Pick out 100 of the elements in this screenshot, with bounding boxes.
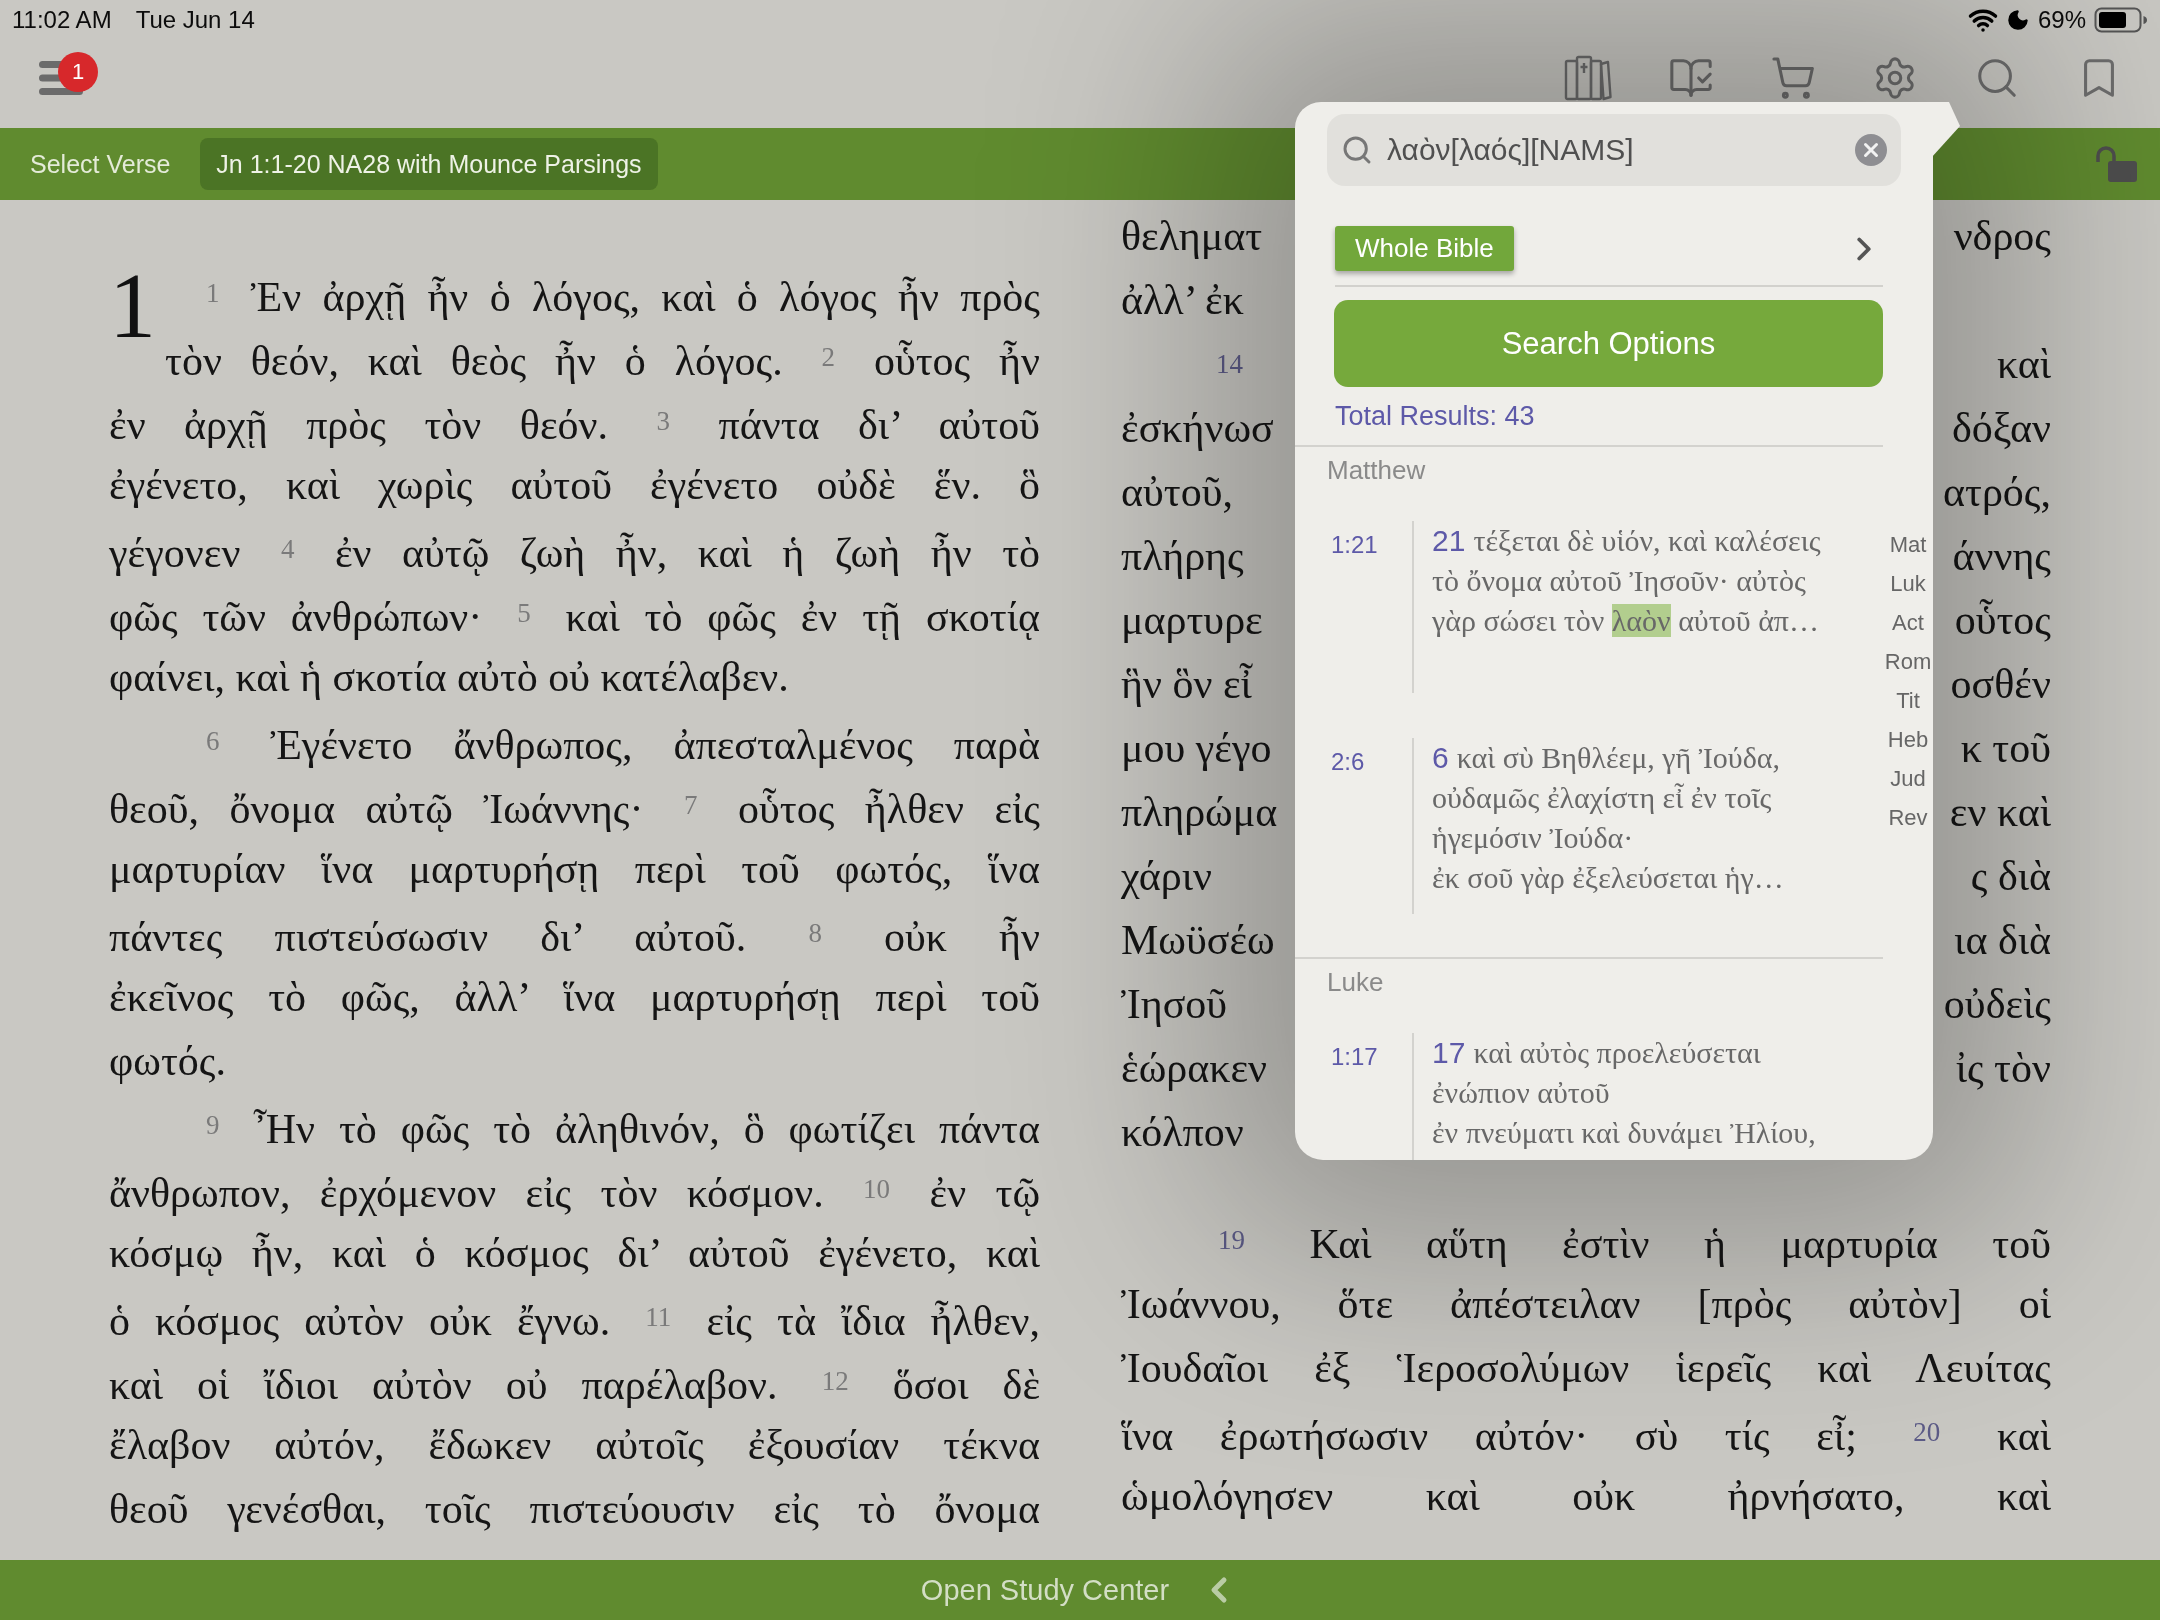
verse-number: 7 (682, 790, 699, 820)
open-study-center-button[interactable]: Open Study Center (920, 1570, 1240, 1610)
verse-number: 5 (516, 598, 532, 628)
verse-text: αὐτοῦ, (1121, 469, 1233, 515)
verse-number: 12 (820, 1366, 850, 1396)
result-text: καὶ σὺ Βηθλέεμ, γῆ Ἰούδα, (1456, 740, 1780, 776)
verse-text: θεοῦ, ὄνομα αὐτῷ Ἰωάννης· (109, 786, 644, 832)
verse-text: ια διὰ (1954, 916, 2051, 965)
verse-text: καὶ (1996, 1413, 2051, 1459)
verse-text: πληρώμα (1121, 789, 1278, 835)
verse-number: 1 (205, 278, 221, 308)
verse-number: 2 (820, 342, 837, 372)
verse-text: θεληματ (1121, 213, 1263, 259)
verse-text: καὶ (1996, 340, 2051, 389)
book-index-item[interactable]: Tit (1896, 681, 1920, 720)
verse-number: 17 (1432, 1035, 1466, 1071)
verse-number: 10 (862, 1174, 892, 1204)
books-icon[interactable] (1564, 55, 1612, 101)
verse-number: 3 (655, 406, 672, 436)
book-header: Matthew (1327, 454, 1426, 486)
clear-icon[interactable] (1855, 134, 1887, 166)
search-icon (1341, 134, 1373, 166)
verse-number: 6 (205, 726, 221, 756)
verse-text: μαρτυρε (1121, 597, 1263, 643)
verse-text: πλήρης (1121, 533, 1244, 579)
book-index-item[interactable]: Jud (1890, 759, 1926, 798)
cart-icon[interactable] (1770, 55, 1816, 101)
result-text: οὐδαμῶς ἐλαχίστη εἶ ἐν τοῖς (1432, 780, 1772, 816)
verse-text: Ἰουδαῖοι ἐξ Ἱεροσολύμων ἱερεῖς καὶ Λευίτας (1121, 1345, 2051, 1391)
chapter-number: 1 (109, 261, 157, 349)
search-field[interactable]: λαὸν[λαός][NAMS] (1327, 114, 1901, 186)
verse-text: ς διὰ (1970, 852, 2051, 901)
result-text: καὶ αὐτὸς προελεύσεται (1473, 1035, 1761, 1071)
verse-text: οὗτος (1954, 596, 2051, 645)
battery-percent: 69% (2037, 6, 2086, 34)
result-text: ἐκ σοῦ γὰρ ἐξελεύσεται ἡγ… (1432, 860, 1784, 896)
book-index-item[interactable]: Luk (1890, 564, 1926, 603)
verse-text: ἔλαβον αὐτόν, ἔδωκεν αὐτοῖς ἐξουσίαν τέκνα (109, 1422, 1040, 1468)
status-time: 11:02 AM (12, 6, 112, 34)
result-text: ἐνώπιον αὐτοῦ (1432, 1075, 1610, 1111)
verse-text: κόλπον (1121, 1109, 1244, 1155)
verse-text: ἐκεῖνος τὸ φῶς, ἀλλ’ ἵνα μαρτυρήσῃ περὶ τοῦ (109, 974, 1040, 1020)
verse-text: φαίνει, καὶ ἡ σκοτία αὐτὸ οὐ κατέλαβεν. (109, 654, 789, 700)
verse-number: 20 (1912, 1417, 1942, 1447)
verse-text: οσθέν (1950, 660, 2051, 709)
verse-text: ὡμολόγησεν καὶ οὐκ ἠρνήσατο, καὶ (1121, 1473, 2051, 1519)
verse-text: Ἐν ἀρχῇ ἦν ὁ λόγος, καὶ ὁ λόγος ἦν πρὸς (250, 274, 1040, 320)
verse-number: 11 (644, 1302, 673, 1332)
verse-number: 21 (1432, 523, 1466, 559)
verse-number: 4 (279, 534, 296, 564)
verse-text: χάριν (1121, 853, 1212, 899)
verse-text: τὸν θεόν, καὶ θεὸς ἦν ὁ λόγος. (165, 338, 783, 384)
verse-text: μαρτυρίαν ἵνα μαρτυρήσῃ περὶ τοῦ φωτός, ἵνα (109, 846, 1040, 892)
notification-badge: 1 (58, 52, 98, 92)
verse-text: φωτός. (109, 1038, 226, 1084)
verse-text: καὶ οἱ ἴδιοι αὐτὸν οὐ παρέλαβον. (109, 1362, 778, 1408)
verse-text: ὅσοι δὲ (892, 1362, 1040, 1408)
verse-text: Ἰησοῦ (1121, 981, 1228, 1027)
verse-text: Ἰωάννου, ὅτε ἀπέστειλαν [πρὸς αὐτὸν] οἱ (1121, 1281, 2051, 1327)
result-text: τὸ ὄνομα αὐτοῦ Ἰησοῦν· αὐτὸς (1432, 563, 1806, 599)
scope-button[interactable]: Whole Bible (1335, 226, 1514, 271)
verse-text: πάντα δι’ αὐτοῦ (718, 402, 1040, 448)
book-index-item[interactable]: Rev (1888, 798, 1928, 837)
padlock-icon[interactable] (2094, 145, 2138, 183)
verse-reference[interactable]: 1:21 (1331, 531, 1378, 558)
verse-text: ἣν ὃν εἶ (1121, 661, 1252, 707)
verse-text: ἐσκήνωσ (1121, 405, 1274, 451)
book-index-item[interactable]: Heb (1887, 720, 1929, 759)
verse-text: οὐδεὶς (1943, 980, 2051, 1029)
result-text: ἐν πνεύματι καὶ δυνάμει Ἠλίου, (1432, 1115, 1816, 1151)
verse-text: ἐν αὐτῷ ζωὴ ἦν, καὶ ἡ ζωὴ ἦν τὸ (334, 530, 1041, 576)
verse-text: άννης (1952, 532, 2051, 581)
verse-reference[interactable]: 1:17 (1331, 1043, 1378, 1070)
status-date: Tue Jun 14 (135, 6, 255, 34)
verse-text: ἐν τῷ (929, 1170, 1041, 1216)
verse-text: Καὶ αὕτη ἐστὶν ἡ μαρτυρία τοῦ (1309, 1221, 2051, 1267)
verse-text: εἰς τὰ ἴδια ἦλθεν, (706, 1298, 1041, 1344)
verse-text: Ἐγένετο ἄνθρωπος, ἀπεσταλμένος παρὰ (270, 722, 1040, 768)
book-index-item[interactable]: Mat (1889, 525, 1927, 564)
verse-text: Μωϋσέω (1121, 917, 1275, 963)
book-index-item[interactable]: Rom (1884, 642, 1932, 681)
verse-number: 6 (1432, 740, 1449, 776)
result-text: ἡγεμόσιν Ἰούδα· (1432, 820, 1634, 856)
verse-number: 8 (807, 918, 823, 948)
book-header: Luke (1327, 966, 1384, 998)
verse-text: ατρός, (1943, 468, 2051, 517)
result-text: γὰρ σώσει τὸν λαὸν αὐτοῦ ἀπ… (1432, 603, 1819, 639)
verse-text: μου γέγο (1121, 725, 1272, 771)
verse-text: ἐν ἀρχῇ πρὸς τὸν θεόν. (109, 402, 609, 448)
verse-text: οὐκ ἦν (884, 914, 1040, 960)
result-text: τέξεται δὲ υἱόν, καὶ καλέσεις (1473, 523, 1821, 559)
verse-reference[interactable]: 2:6 (1331, 748, 1365, 775)
search-options-button[interactable]: Search Options (1334, 300, 1883, 387)
passage-button[interactable]: Jn 1:1-20 NA28 with Mounce Parsings (200, 138, 658, 190)
verse-number: 19 (1217, 1225, 1246, 1255)
verse-text: Ἦν τὸ φῶς τὸ ἀληθινόν, ὃ φωτίζει πάντα (253, 1106, 1040, 1152)
select-verse-button[interactable]: Select Verse (30, 149, 171, 179)
book-index-item[interactable]: Act (1892, 603, 1924, 642)
verse-text: οὗτος ἦν (873, 338, 1041, 384)
verse-text: οὗτος ἦλθεν εἰς (738, 786, 1040, 832)
